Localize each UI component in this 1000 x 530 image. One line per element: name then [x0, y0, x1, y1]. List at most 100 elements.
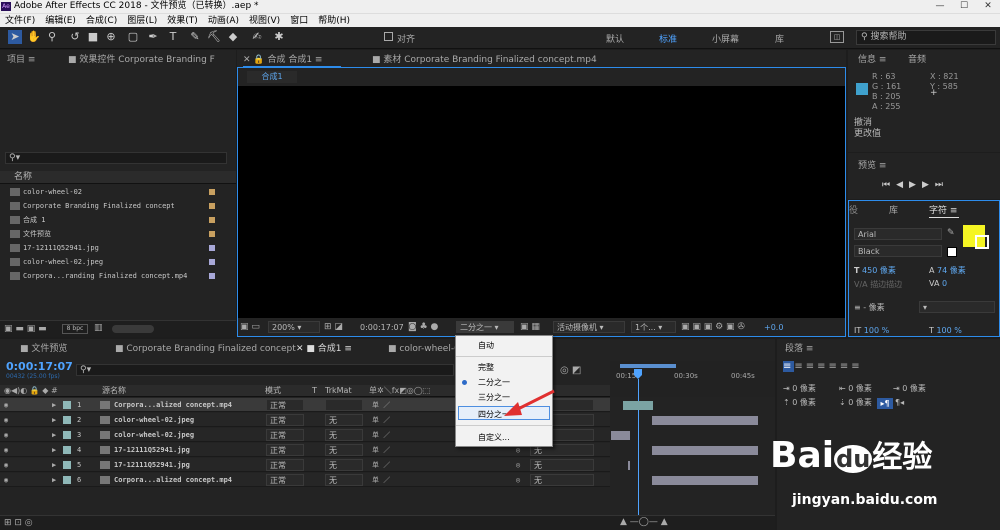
space-after-field[interactable]: ⇣ 0 像素 — [839, 397, 872, 408]
expand-arrow-icon[interactable]: ▶ — [52, 413, 56, 427]
paragraph-mini-tab[interactable]: 役 — [849, 203, 858, 219]
layer-source-name[interactable]: 17-12111Q52941.jpg — [114, 458, 190, 472]
visibility-icon[interactable]: ◉ — [4, 458, 8, 472]
zoom-slider-icon[interactable]: ▲ —◯— ▲ — [620, 517, 668, 527]
resolution-option-full[interactable]: 完整 — [478, 362, 494, 373]
pan-behind-tool-icon[interactable]: ⊕ — [104, 30, 118, 44]
leading-field[interactable]: A 74 像素 — [929, 265, 966, 276]
hand-tool-icon[interactable]: ✋ — [27, 30, 41, 44]
layer-source-name[interactable]: color-wheel-02.jpeg — [114, 413, 194, 427]
layer-source-name[interactable]: Corpora...alized concept.mp4 — [114, 473, 232, 487]
project-scrollbar[interactable] — [112, 325, 154, 333]
menu-edit[interactable]: 编辑(E) — [40, 14, 81, 28]
project-item[interactable]: Corpora...randing Finalized concept.mp4 — [10, 269, 230, 283]
layer-label-color[interactable] — [63, 476, 71, 484]
menu-layer[interactable]: 图层(L) — [122, 14, 162, 28]
font-size-field[interactable]: T 450 像素 — [854, 265, 896, 276]
white-swatch[interactable] — [947, 247, 957, 257]
bpc-button[interactable]: 8 bpc — [62, 324, 88, 334]
menu-view[interactable]: 视图(V) — [244, 14, 285, 28]
project-tab[interactable]: 项目 ≡ — [7, 52, 35, 68]
eraser-tool-icon[interactable]: ◆ — [226, 30, 240, 44]
workspace-default[interactable]: 默认 — [606, 32, 624, 45]
vertical-scale-field[interactable]: IT 100 % — [854, 326, 889, 335]
timeline-current-time[interactable]: 0:00:17:07 — [6, 360, 73, 373]
timeline-tab-comp1[interactable]: ✕ ■ 合成1 ≡ — [296, 341, 352, 357]
menu-file[interactable]: 文件(F) — [0, 14, 40, 28]
zoom-tool-icon[interactable]: ⚲ — [45, 30, 59, 44]
layer-mode-dropdown[interactable]: 正常 — [266, 444, 304, 456]
layer-source-name[interactable]: Corpora...alized concept.mp4 — [114, 398, 232, 412]
layer-mode-dropdown[interactable]: 正常 — [266, 474, 304, 486]
t-column[interactable]: T — [312, 385, 317, 397]
label-color-swatch[interactable] — [209, 273, 215, 279]
ltr-direction-button[interactable]: ▸¶ — [877, 398, 893, 409]
layer-label-color[interactable] — [63, 416, 71, 424]
camera-dropdown[interactable]: 活动摄像机 ▾ — [553, 321, 625, 333]
comp-breadcrumb[interactable]: 合成1 — [247, 71, 297, 83]
trash-icon[interactable]: ▥ — [94, 323, 103, 333]
stroke-color-swatch[interactable] — [975, 235, 989, 249]
mode-column[interactable]: 模式 — [265, 385, 281, 397]
expand-arrow-icon[interactable]: ▶ — [52, 398, 56, 412]
label-color-swatch[interactable] — [209, 203, 215, 209]
project-item[interactable]: 文件预览 — [10, 227, 230, 241]
menu-window[interactable]: 窗口 — [285, 14, 313, 28]
brush-tool-icon[interactable]: ✎ — [188, 30, 202, 44]
effect-controls-tab[interactable]: ■ 效果控件 Corporate Branding F — [68, 52, 215, 68]
audio-tab[interactable]: 音频 — [908, 52, 926, 68]
camera-tool-icon[interactable]: ■ — [86, 30, 100, 44]
project-item[interactable]: color-wheel-02.jpeg — [10, 255, 230, 269]
footage-tab[interactable]: ■ 素材 Corporate Branding Finalized concep… — [372, 52, 597, 68]
font-style-dropdown[interactable]: Black — [854, 245, 942, 257]
label-color-swatch[interactable] — [209, 217, 215, 223]
layer-mode-dropdown[interactable]: 正常 — [266, 429, 304, 441]
interpret-footage-icon[interactable]: ▣ ▬ ▣ ▬ — [4, 324, 47, 334]
resolution-option-auto[interactable]: 自动 — [478, 340, 494, 351]
clone-stamp-tool-icon[interactable]: ⛏ — [207, 30, 221, 44]
rtl-direction-button[interactable]: ¶◂ — [895, 398, 904, 407]
snap-checkbox[interactable] — [384, 32, 393, 41]
roi-icon[interactable]: ▣ ▦ — [520, 322, 540, 332]
indent-left-field[interactable]: ⇥ 0 像素 — [783, 383, 816, 394]
stroke-type-dropdown[interactable]: ▾ — [919, 301, 995, 313]
always-preview-icon[interactable]: ▣ ▭ — [240, 322, 260, 332]
layer-parent-dropdown[interactable]: 无 — [530, 459, 594, 471]
layer-label-color[interactable] — [63, 431, 71, 439]
layer-trkmat-dropdown[interactable]: 无 — [325, 444, 363, 456]
layer-duration-bar[interactable] — [652, 416, 758, 425]
layer-mode-dropdown[interactable]: 正常 — [266, 399, 304, 411]
layer-switches-icon[interactable]: 单 ／ — [372, 428, 390, 442]
layer-duration-bar[interactable] — [611, 431, 630, 440]
comp-current-time[interactable]: 0:00:17:07 — [360, 323, 404, 332]
font-family-dropdown[interactable]: Arial — [854, 228, 942, 240]
layer-trkmat-dropdown[interactable] — [325, 399, 363, 411]
toggle-switches-icon[interactable]: ⊞ ⊡ ◎ — [4, 518, 33, 528]
menu-help[interactable]: 帮助(H) — [313, 14, 355, 28]
workspace-standard[interactable]: 标准 — [659, 32, 677, 45]
layer-label-color[interactable] — [63, 461, 71, 469]
resolution-option-half[interactable]: 二分之一 — [478, 377, 510, 388]
pen-tool-icon[interactable]: ✒ — [146, 30, 160, 44]
timeline-search-input[interactable]: ⚲▾ — [76, 364, 454, 376]
rotate-tool-icon[interactable]: ↺ — [68, 30, 82, 44]
roto-brush-tool-icon[interactable]: ✍ — [250, 30, 264, 44]
view-options-icon[interactable]: ▣ ▣ ▣ ⚙ ▣ ✇ — [681, 322, 745, 332]
label-color-swatch[interactable] — [209, 259, 215, 265]
layer-trkmat-dropdown[interactable]: 无 — [325, 459, 363, 471]
stroke-width-field[interactable]: ≡ - 像素 — [854, 302, 885, 313]
parent-pickwhip-icon[interactable]: ◎ — [516, 458, 520, 472]
project-item[interactable]: color-wheel-02 — [10, 185, 230, 199]
parent-pickwhip-icon[interactable]: ◎ — [516, 473, 520, 487]
library-tab[interactable]: 库 — [889, 203, 898, 219]
exposure-value[interactable]: +0.0 — [764, 323, 783, 332]
layer-trkmat-dropdown[interactable]: 无 — [325, 474, 363, 486]
puppet-tool-icon[interactable]: ✱ — [272, 30, 286, 44]
project-item[interactable]: Corporate Branding Finalized concept — [10, 199, 230, 213]
menu-composition[interactable]: 合成(C) — [81, 14, 122, 28]
menu-effect[interactable]: 效果(T) — [162, 14, 203, 28]
resolution-option-custom[interactable]: 自定义... — [478, 432, 510, 443]
maximize-button[interactable]: ☐ — [952, 0, 976, 13]
resolution-dropdown[interactable]: 二分之一 ▾ — [456, 321, 514, 333]
layer-duration-bar[interactable] — [623, 401, 653, 410]
